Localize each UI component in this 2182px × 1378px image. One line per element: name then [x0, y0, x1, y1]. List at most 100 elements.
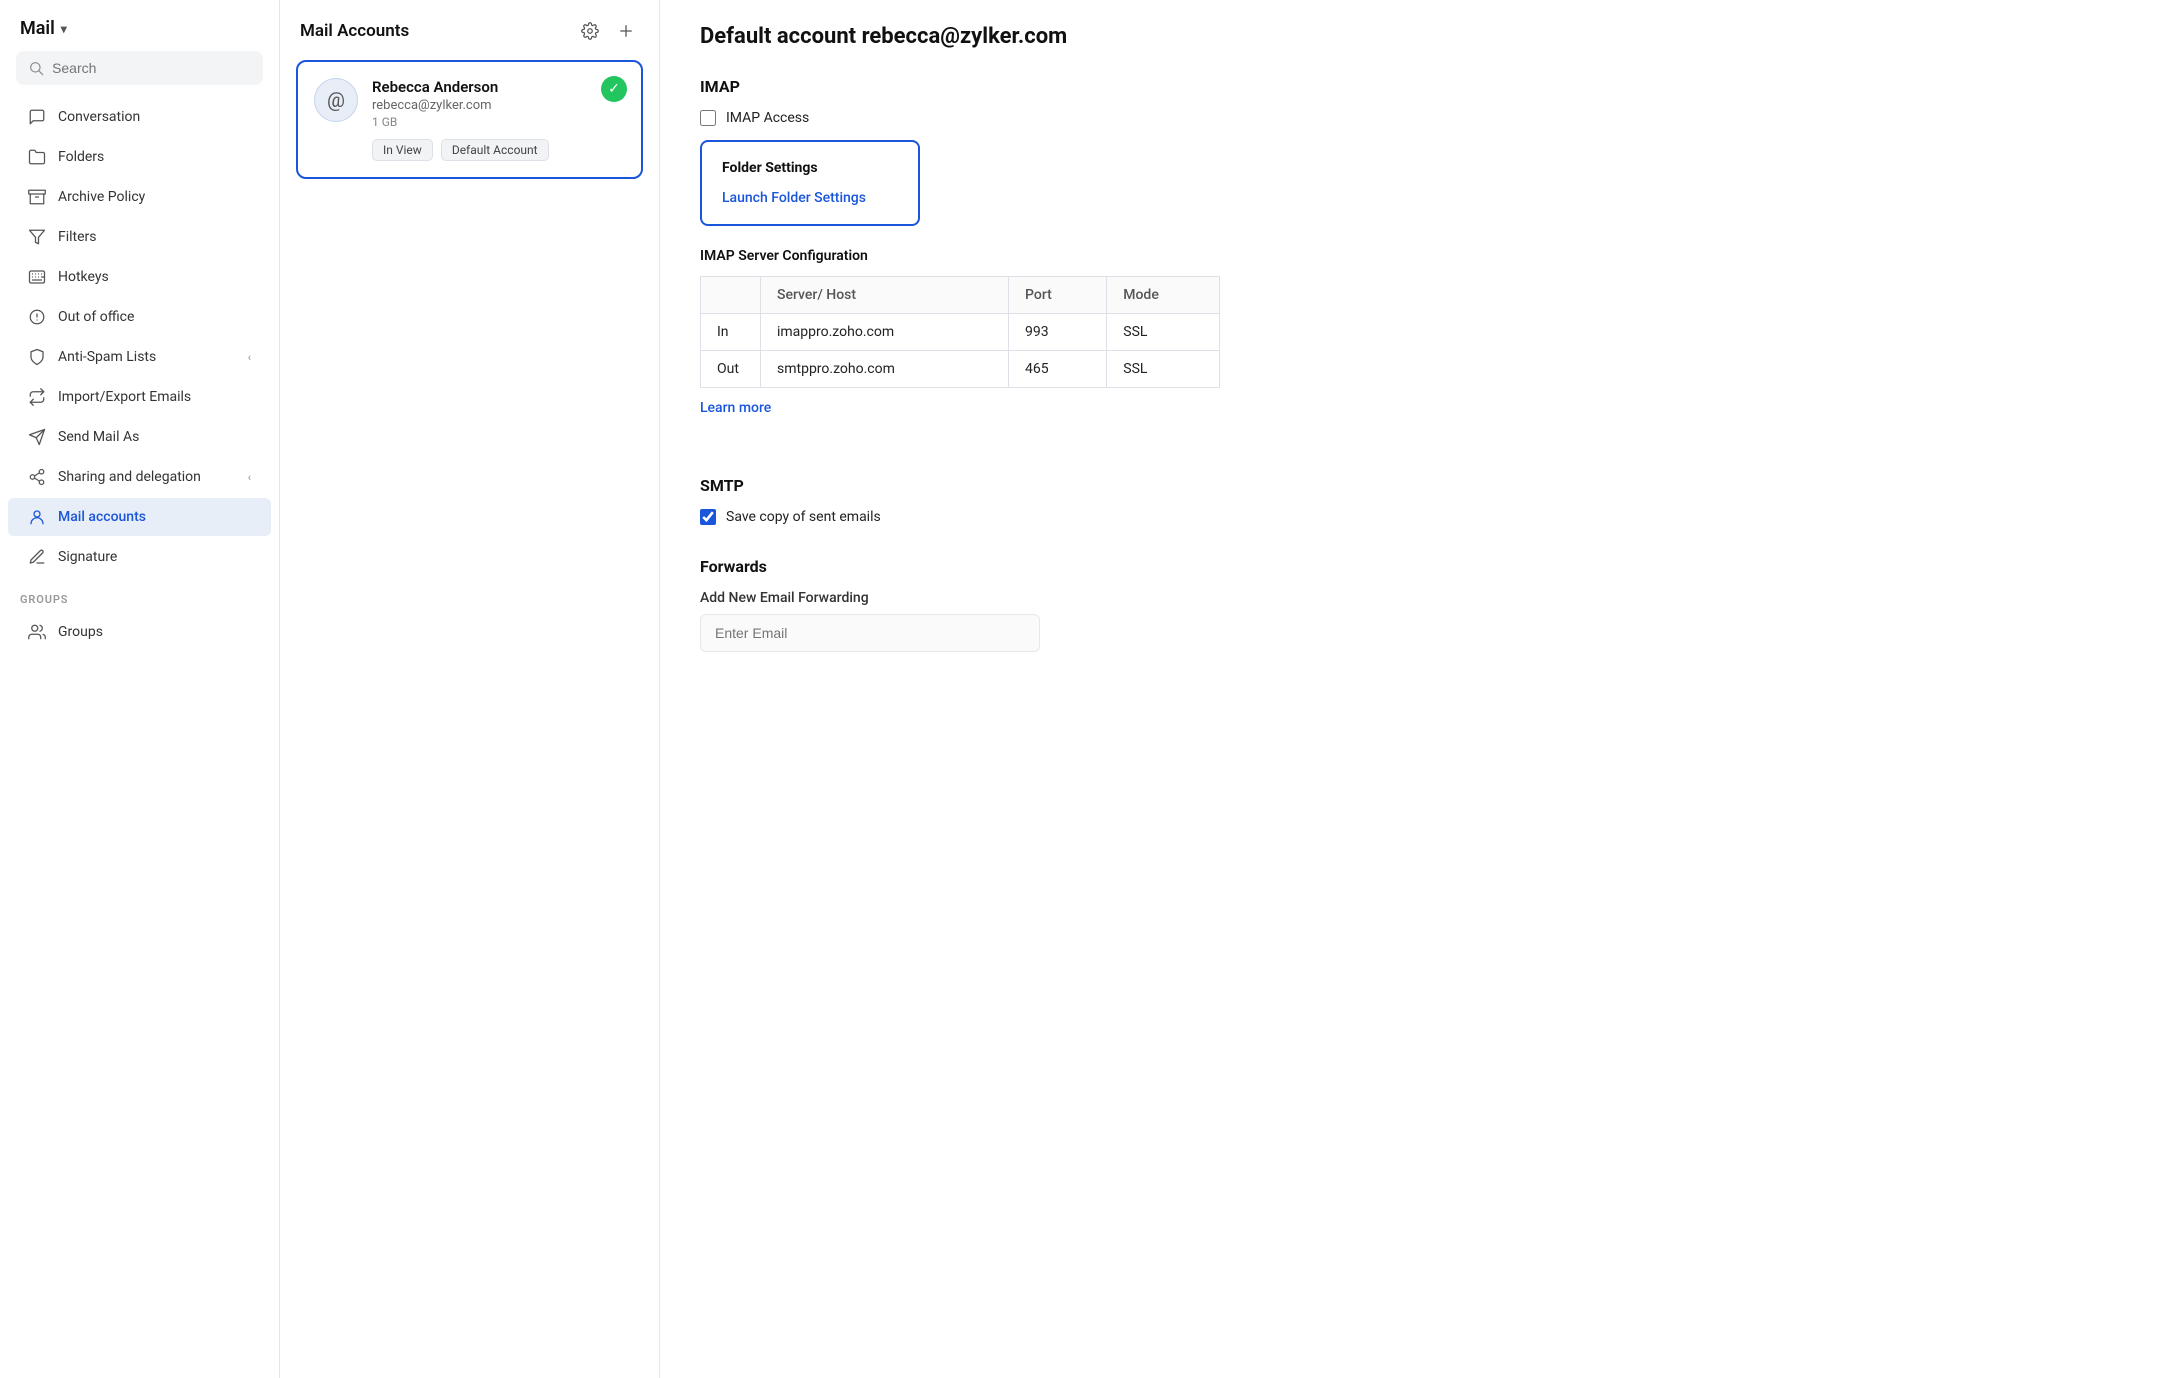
settings-button[interactable] [577, 18, 603, 44]
groups-label: GROUPS [0, 577, 279, 612]
nav-label-import-export: Import/Export Emails [58, 389, 191, 405]
row-direction-out: Out [701, 351, 761, 388]
account-check-icon: ✓ [601, 76, 627, 102]
save-copy-checkbox[interactable] [700, 509, 716, 525]
sidebar: Mail ▾ Conversation Folders Archive Poli… [0, 0, 280, 1378]
account-avatar: @ [314, 78, 358, 122]
nav-item-mail-accounts[interactable]: Mail accounts [8, 498, 271, 536]
nav-label-send-mail-as: Send Mail As [58, 429, 139, 445]
account-tag-default: Default Account [441, 139, 549, 161]
groups-icon [28, 623, 46, 641]
search-icon [28, 59, 44, 77]
add-account-button[interactable] [613, 18, 639, 44]
row-server-out: smtppro.zoho.com [761, 351, 1009, 388]
sharing-icon [28, 468, 46, 486]
nav-item-out-of-office[interactable]: Out of office [8, 298, 271, 336]
nav-item-groups[interactable]: Groups [8, 613, 271, 651]
anti-spam-chevron: ‹ [248, 351, 251, 364]
smtp-section: SMTP Save copy of sent emails [700, 476, 2142, 525]
nav-item-send-mail-as[interactable]: Send Mail As [8, 418, 271, 456]
nav-label-mail-accounts: Mail accounts [58, 509, 146, 525]
account-info: Rebecca Anderson rebecca@zylker.com 1 GB… [372, 78, 625, 161]
nav-item-anti-spam[interactable]: Anti-Spam Lists ‹ [8, 338, 271, 376]
account-card[interactable]: @ Rebecca Anderson rebecca@zylker.com 1 … [296, 60, 643, 179]
table-header-port: Port [1009, 277, 1107, 314]
nav-label-hotkeys: Hotkeys [58, 269, 109, 285]
imap-server-table: Server/ Host Port Mode In imappro.zoho.c… [700, 276, 1220, 388]
middle-panel-title: Mail Accounts [300, 21, 409, 41]
forwards-heading: Forwards [700, 557, 2142, 576]
learn-more-link[interactable]: Learn more [700, 400, 771, 416]
smtp-checkbox-row: Save copy of sent emails [700, 509, 2142, 525]
nav-item-archive-policy[interactable]: Archive Policy [8, 178, 271, 216]
nav-label-sharing: Sharing and delegation [58, 469, 201, 485]
account-tags: In View Default Account [372, 139, 625, 161]
middle-header: Mail Accounts [280, 0, 659, 60]
imap-heading: IMAP [700, 77, 2142, 96]
nav-item-conversation[interactable]: Conversation [8, 98, 271, 136]
account-email: rebecca@zylker.com [372, 98, 625, 113]
nav-label-filters: Filters [58, 229, 97, 245]
conversation-icon [28, 108, 46, 126]
save-copy-label[interactable]: Save copy of sent emails [726, 509, 881, 525]
imap-section: IMAP IMAP Access Folder Settings Launch … [700, 77, 2142, 444]
imap-access-checkbox[interactable] [700, 110, 716, 126]
filters-icon [28, 228, 46, 246]
imap-server-config-heading: IMAP Server Configuration [700, 248, 2142, 264]
main-panel: Default account rebecca@zylker.com IMAP … [660, 0, 2182, 1378]
table-row-out: Out smtppro.zoho.com 465 SSL [701, 351, 1220, 388]
gear-icon [581, 22, 599, 40]
archive-icon [28, 188, 46, 206]
main-panel-title: Default account rebecca@zylker.com [700, 24, 2142, 49]
app-title-text: Mail [20, 18, 55, 39]
account-name: Rebecca Anderson [372, 78, 625, 96]
nav-label-out-of-office: Out of office [58, 309, 134, 325]
table-row-in: In imappro.zoho.com 993 SSL [701, 314, 1220, 351]
account-size: 1 GB [372, 115, 625, 129]
account-tag-in-view: In View [372, 139, 433, 161]
nav-item-signature[interactable]: Signature [8, 538, 271, 576]
forwards-section: Forwards Add New Email Forwarding [700, 557, 2142, 652]
row-mode-in: SSL [1107, 314, 1220, 351]
folder-settings-title: Folder Settings [722, 160, 898, 176]
table-header-mode: Mode [1107, 277, 1220, 314]
app-title[interactable]: Mail ▾ [0, 0, 279, 51]
nav-label-archive-policy: Archive Policy [58, 189, 145, 205]
nav-item-hotkeys[interactable]: Hotkeys [8, 258, 271, 296]
nav-label-signature: Signature [58, 549, 117, 565]
add-forwarding-label: Add New Email Forwarding [700, 590, 2142, 606]
row-server-in: imappro.zoho.com [761, 314, 1009, 351]
nav-item-sharing[interactable]: Sharing and delegation ‹ [8, 458, 271, 496]
smtp-heading: SMTP [700, 476, 2142, 495]
plus-icon [617, 22, 635, 40]
hotkeys-icon [28, 268, 46, 286]
send-mail-icon [28, 428, 46, 446]
middle-panel: Mail Accounts @ Rebecca Anderson rebecca… [280, 0, 660, 1378]
email-forwarding-input[interactable] [700, 614, 1040, 652]
app-title-chevron: ▾ [61, 22, 67, 36]
search-input[interactable] [52, 60, 251, 76]
nav-label-anti-spam: Anti-Spam Lists [58, 349, 156, 365]
import-export-icon [28, 388, 46, 406]
row-direction-in: In [701, 314, 761, 351]
table-header-direction [701, 277, 761, 314]
nav-label-groups: Groups [58, 624, 103, 640]
nav-item-folders[interactable]: Folders [8, 138, 271, 176]
nav-label-conversation: Conversation [58, 109, 140, 125]
row-port-in: 993 [1009, 314, 1107, 351]
nav-item-import-export[interactable]: Import/Export Emails [8, 378, 271, 416]
row-port-out: 465 [1009, 351, 1107, 388]
folders-icon [28, 148, 46, 166]
signature-icon [28, 548, 46, 566]
out-of-office-icon [28, 308, 46, 326]
nav-label-folders: Folders [58, 149, 104, 165]
imap-access-label[interactable]: IMAP Access [726, 110, 809, 126]
middle-header-actions [577, 18, 639, 44]
mail-accounts-icon [28, 508, 46, 526]
search-box[interactable] [16, 51, 263, 85]
sharing-chevron: ‹ [248, 471, 251, 484]
imap-access-row: IMAP Access [700, 110, 2142, 126]
nav-item-filters[interactable]: Filters [8, 218, 271, 256]
launch-folder-settings-link[interactable]: Launch Folder Settings [722, 190, 866, 206]
table-header-server: Server/ Host [761, 277, 1009, 314]
